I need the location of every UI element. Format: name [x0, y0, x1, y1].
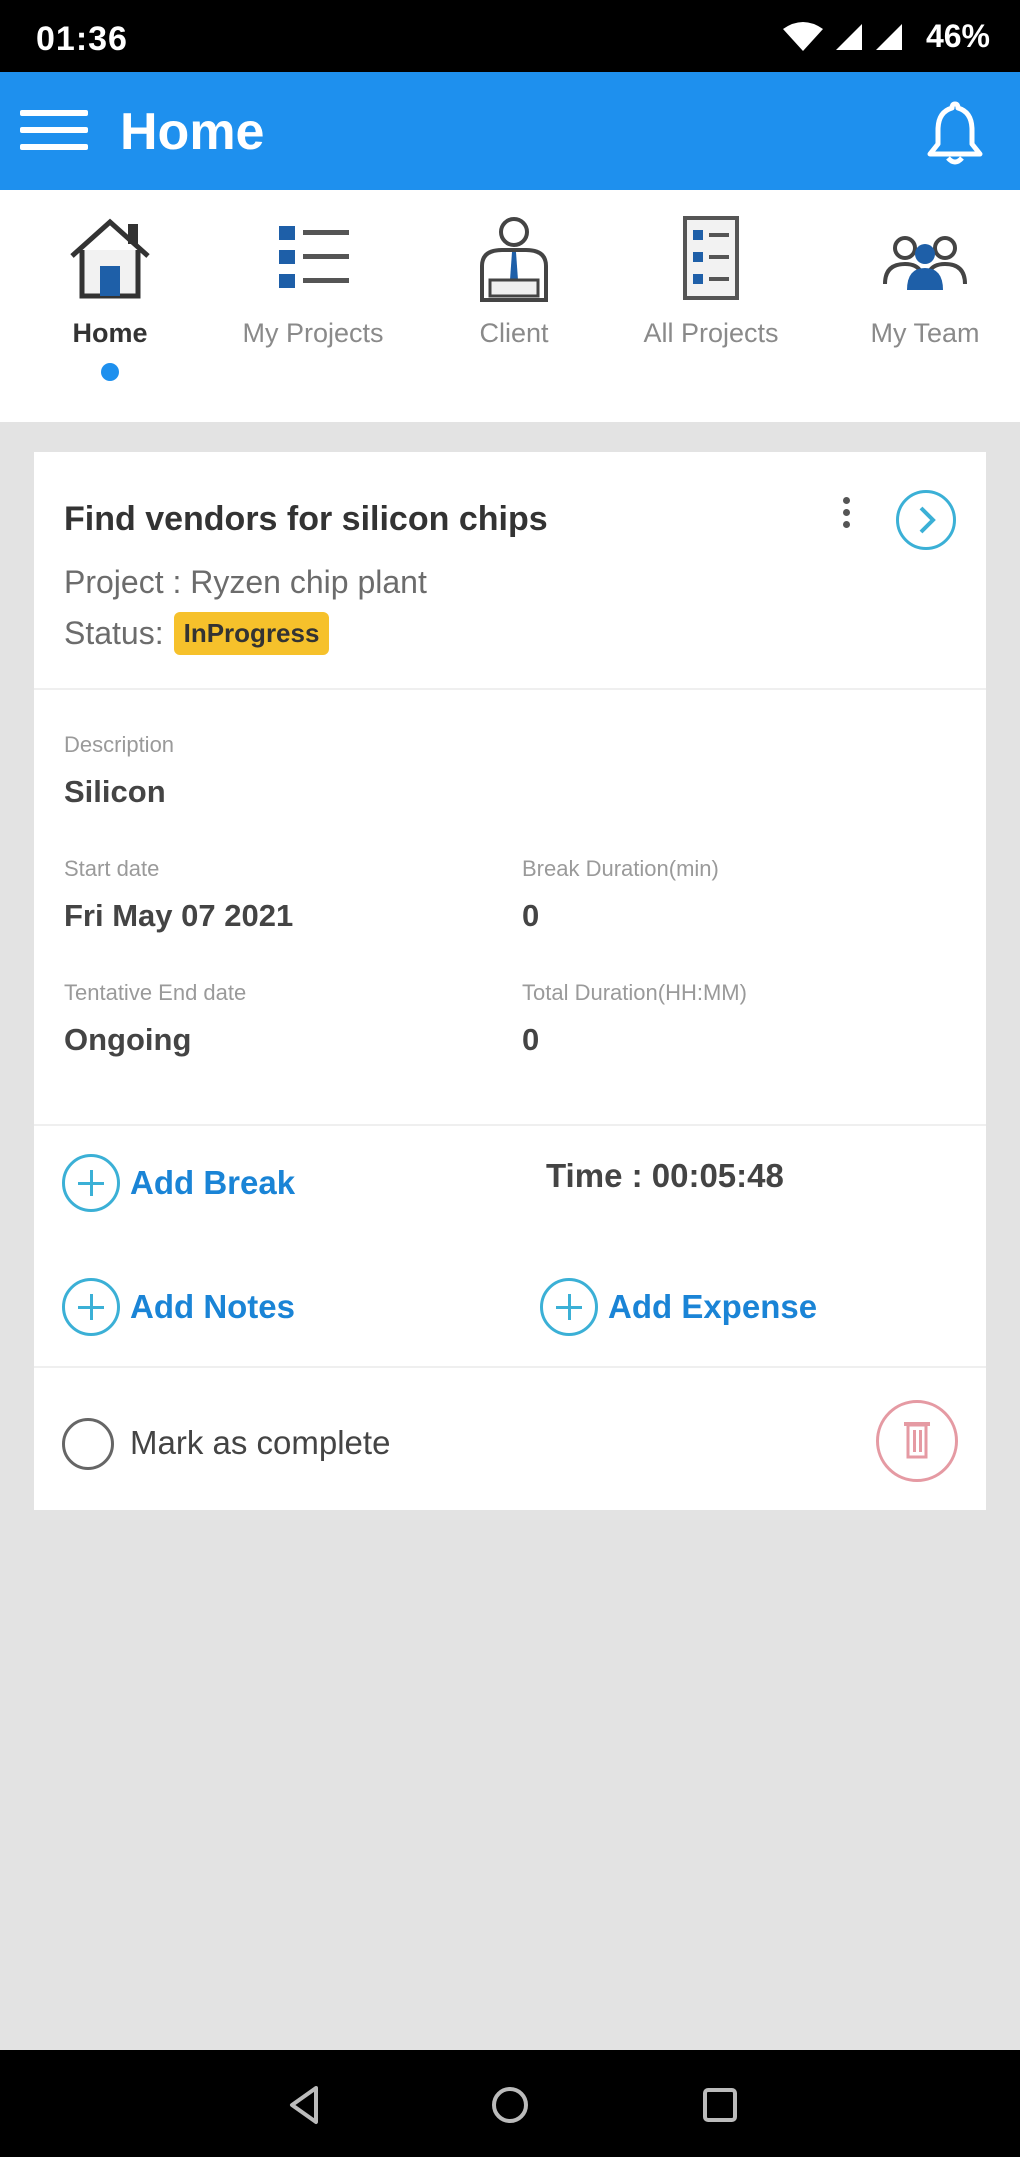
status-icons: 46% [782, 18, 990, 55]
description-label: Description [64, 732, 175, 757]
delete-task-button[interactable] [876, 1400, 958, 1482]
mark-complete-label[interactable]: Mark as complete [130, 1424, 390, 1462]
task-project: Project : Ryzen chip plant [64, 564, 427, 600]
status-label: Status: [64, 615, 164, 651]
tab-label: My Projects [242, 318, 384, 348]
more-options-button[interactable] [834, 492, 858, 540]
tab-client[interactable]: Client [446, 190, 582, 422]
status-time: 01:36 [36, 20, 128, 58]
bell-icon [927, 101, 983, 165]
mark-complete-checkbox[interactable] [62, 1418, 114, 1470]
recents-icon[interactable] [695, 2080, 745, 2130]
tab-my-team[interactable]: My Team [850, 190, 1000, 422]
home-icon [70, 218, 150, 299]
task-title: Find vendors for silicon chips [64, 500, 548, 538]
add-circle-icon [540, 1278, 598, 1336]
open-task-button[interactable] [896, 490, 956, 550]
battery-level: 46% [925, 18, 990, 54]
total-duration-value: 0 [522, 1022, 540, 1057]
menu-button[interactable] [20, 110, 88, 158]
home-nav-icon[interactable] [485, 2080, 535, 2130]
total-duration-label: Total Duration(HH:MM) [522, 980, 747, 1005]
tab-home[interactable]: Home [40, 190, 180, 422]
add-expense-button[interactable]: Add Expense [540, 1278, 817, 1336]
divider [34, 1366, 986, 1368]
add-break-button[interactable]: Add Break [62, 1154, 295, 1212]
end-date-value: Ongoing [64, 1022, 192, 1057]
client-icon [480, 217, 548, 302]
elapsed-time: Time : 00:05:48 [546, 1157, 784, 1194]
list-icon [279, 226, 349, 288]
status-badge: InProgress [173, 612, 330, 655]
task-card: Find vendors for silicon chips Project :… [34, 452, 986, 1510]
signal-icon [835, 23, 862, 50]
trash-icon [904, 1422, 930, 1459]
description-value: Silicon [64, 774, 166, 809]
end-date-label: Tentative End date [64, 980, 247, 1005]
checklist-icon [683, 216, 739, 300]
divider [34, 1124, 986, 1126]
add-circle-icon [62, 1278, 120, 1336]
add-expense-label: Add Expense [608, 1288, 818, 1325]
add-circle-icon [62, 1154, 120, 1212]
add-break-label: Add Break [130, 1164, 296, 1201]
page-title: Home [120, 103, 265, 161]
app-bar: Home [0, 72, 1020, 190]
wifi-icon [782, 21, 823, 51]
tab-label: All Projects [643, 318, 779, 348]
more-vert-icon [842, 497, 850, 504]
tab-label: Client [479, 318, 549, 348]
tab-label: Home [72, 318, 148, 348]
start-date-value: Fri May 07 2021 [64, 898, 294, 933]
task-status-row: Status: InProgress [64, 612, 330, 655]
system-nav-bar [0, 2050, 1020, 2157]
team-icon [883, 236, 967, 290]
add-notes-button[interactable]: Add Notes [62, 1278, 295, 1336]
tab-label: My Team [870, 318, 980, 348]
divider [34, 688, 986, 690]
tab-bar: Home My Projects Client All Projects My … [0, 190, 1020, 422]
break-duration-value: 0 [522, 898, 540, 933]
chevron-right-icon [919, 506, 936, 534]
menu-icon [20, 110, 88, 116]
tab-my-projects[interactable]: My Projects [228, 190, 398, 422]
add-notes-label: Add Notes [130, 1288, 295, 1325]
signal-icon-2 [875, 23, 902, 50]
break-duration-label: Break Duration(min) [522, 856, 719, 881]
start-date-label: Start date [64, 856, 160, 881]
active-tab-indicator [101, 363, 119, 381]
tab-all-projects[interactable]: All Projects [624, 190, 798, 422]
status-bar: 01:36 46% [0, 0, 1020, 72]
notifications-button[interactable] [920, 98, 990, 168]
back-icon[interactable] [280, 2080, 330, 2130]
